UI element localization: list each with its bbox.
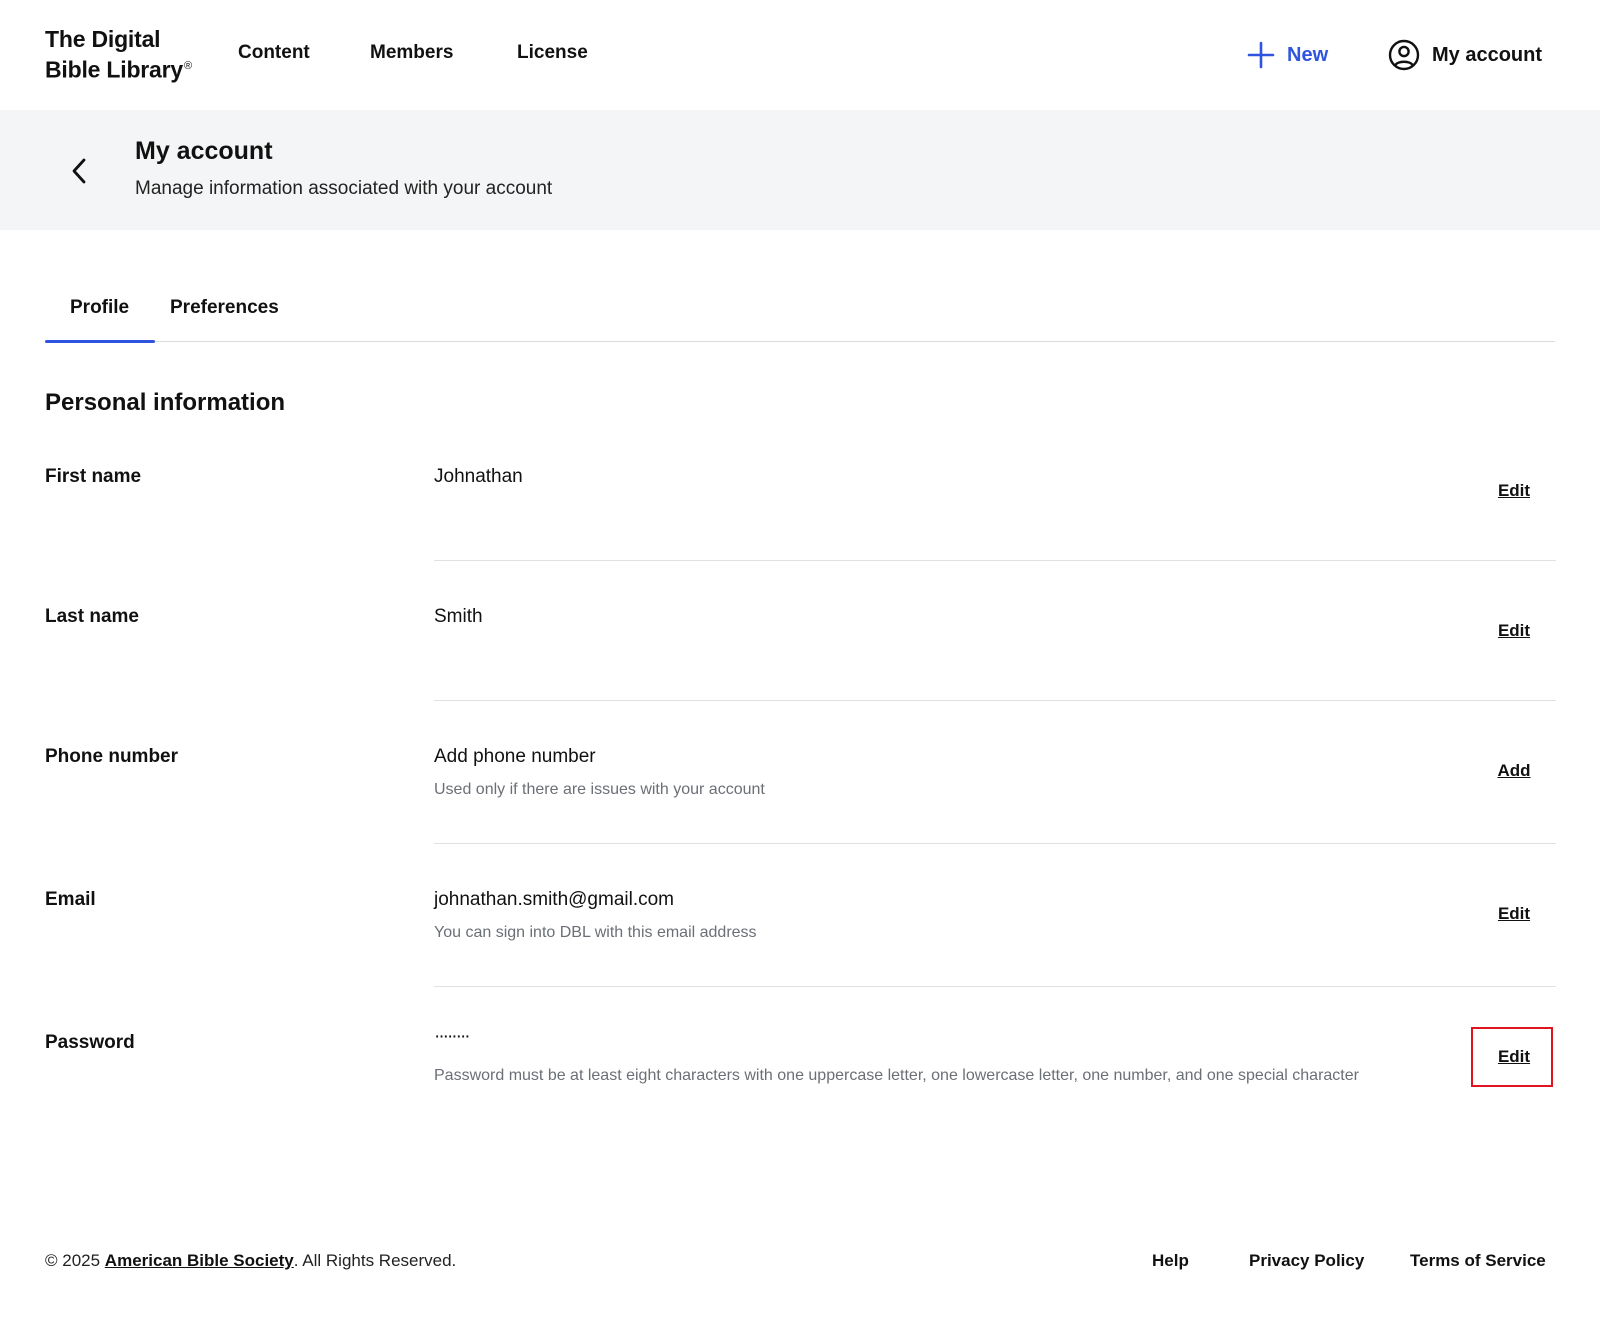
footer-terms-of-service-link[interactable]: Terms of Service (1410, 1251, 1546, 1271)
back-arrow-icon[interactable] (66, 154, 92, 188)
email-value: johnathan.smith@gmail.com (434, 889, 675, 910)
user-circle-icon (1388, 39, 1420, 71)
password-help: Password must be at least eight characte… (434, 1067, 1359, 1084)
row-divider (434, 986, 1556, 987)
logo-registered-mark: ® (184, 60, 192, 72)
logo[interactable]: The Digital Bible Library® (45, 26, 192, 84)
password-value: ········ (434, 1026, 471, 1047)
copyright-prefix: © 2025 (45, 1251, 105, 1270)
password-label: Password (45, 1032, 135, 1053)
american-bible-society-link[interactable]: American Bible Society (105, 1251, 294, 1270)
my-account-label: My account (1432, 43, 1543, 66)
logo-line1: The Digital (45, 26, 161, 52)
top-navigation: The Digital Bible Library® Content Membe… (0, 0, 1600, 110)
tab-bar: Profile Preferences (45, 285, 1555, 343)
phone-number-label: Phone number (45, 746, 179, 767)
footer-help-link[interactable]: Help (1152, 1251, 1189, 1271)
edit-email-link[interactable]: Edit (1460, 904, 1568, 924)
tab-preferences[interactable]: Preferences (170, 297, 279, 319)
row-divider (434, 700, 1556, 701)
nav-members[interactable]: Members (370, 42, 453, 64)
copyright-suffix: . All Rights Reserved. (293, 1251, 457, 1270)
tab-profile[interactable]: Profile (70, 297, 129, 319)
edit-last-name-link[interactable]: Edit (1460, 621, 1568, 641)
last-name-value: Smith (434, 606, 483, 627)
new-button-label: New (1287, 43, 1329, 66)
row-divider (434, 560, 1556, 561)
add-phone-number-link[interactable]: Add (1460, 761, 1568, 781)
page-header: My account Manage information associated… (0, 110, 1600, 230)
new-button[interactable]: New (1247, 38, 1328, 72)
logo-line2: Bible Library (45, 56, 183, 83)
footer-privacy-policy-link[interactable]: Privacy Policy (1249, 1251, 1364, 1271)
section-title: Personal information (45, 389, 286, 416)
edit-password-highlight (1471, 1027, 1553, 1087)
nav-content[interactable]: Content (238, 42, 310, 64)
footer-copyright: © 2025 American Bible Society. All Right… (45, 1251, 456, 1271)
nav-license[interactable]: License (517, 42, 588, 64)
page-title: My account (135, 137, 273, 165)
row-divider (434, 843, 1556, 844)
phone-number-value: Add phone number (434, 746, 596, 767)
plus-icon (1247, 41, 1275, 69)
my-account-button[interactable]: My account (1388, 38, 1542, 72)
email-help: You can sign into DBL with this email ad… (434, 924, 757, 941)
edit-first-name-link[interactable]: Edit (1460, 481, 1568, 501)
active-tab-indicator (45, 340, 155, 343)
page-subtitle: Manage information associated with your … (135, 178, 553, 199)
first-name-label: First name (45, 466, 142, 487)
email-label: Email (45, 889, 96, 910)
last-name-label: Last name (45, 606, 139, 627)
first-name-value: Johnathan (434, 466, 523, 487)
phone-number-help: Used only if there are issues with your … (434, 781, 765, 798)
